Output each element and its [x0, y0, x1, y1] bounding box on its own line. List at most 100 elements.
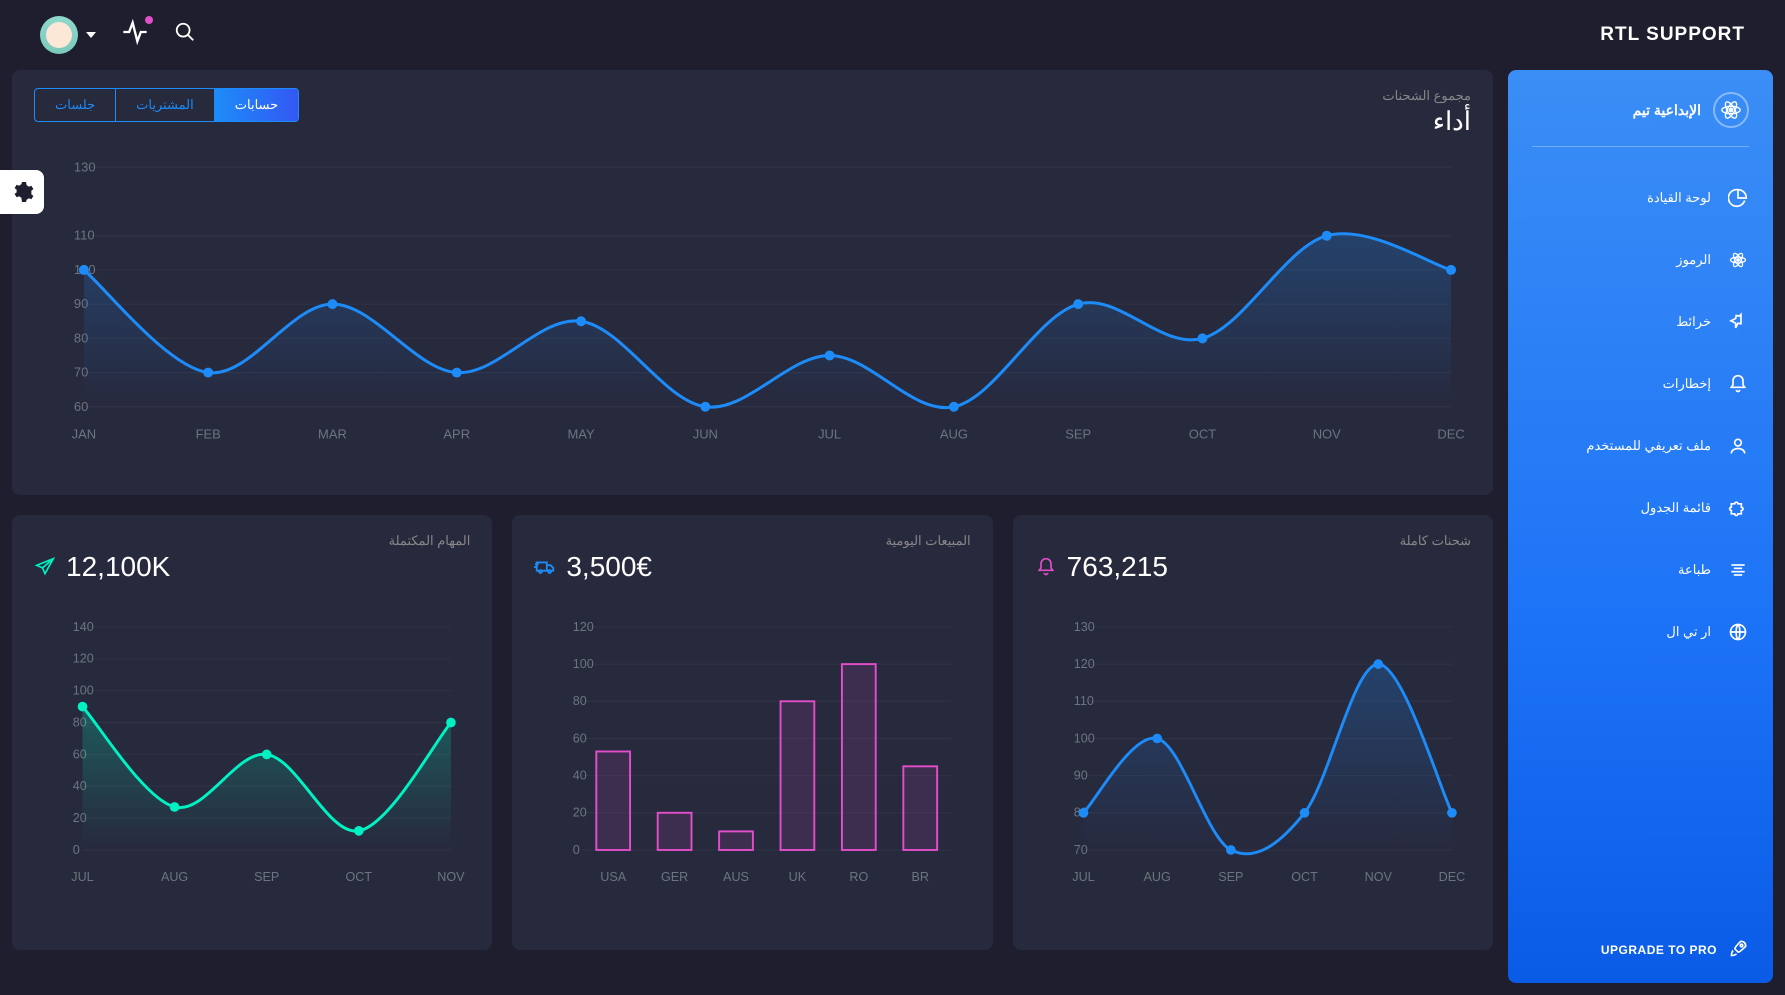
svg-text:AUG: AUG	[161, 870, 188, 884]
sidebar-item-label: لوحة القيادة	[1647, 190, 1711, 206]
performance-chart: 60708090100110130JANFEBMARAPRMAYJUNJULAU…	[34, 157, 1471, 447]
svg-text:BR: BR	[912, 870, 930, 884]
sidebar-item-label: خرائط	[1676, 314, 1711, 330]
sidebar-item-icons[interactable]: الرموز	[1532, 249, 1749, 271]
sidebar-item-label: طباعة	[1678, 562, 1711, 578]
search-icon[interactable]	[174, 21, 196, 49]
bell-icon	[1727, 373, 1749, 395]
svg-text:100: 100	[73, 684, 94, 698]
sales-subtitle: المبيعات اليومية	[534, 533, 970, 549]
sidebar-item-label: قائمة الجدول	[1641, 500, 1711, 516]
svg-text:0: 0	[573, 843, 580, 857]
svg-text:80: 80	[573, 694, 587, 708]
sidebar-item-dashboard[interactable]: لوحة القيادة	[1532, 187, 1749, 209]
svg-text:100: 100	[1073, 731, 1094, 745]
sidebar-item-tables[interactable]: قائمة الجدول	[1532, 497, 1749, 519]
svg-text:UK: UK	[789, 870, 807, 884]
svg-text:USA: USA	[601, 870, 627, 884]
sidebar-item-label: الرموز	[1676, 252, 1711, 268]
align-icon	[1727, 559, 1749, 581]
svg-text:APR: APR	[443, 427, 470, 442]
rocket-icon	[1729, 938, 1749, 961]
send-icon	[34, 556, 56, 578]
perf-subtitle: مجموع الشحنات	[1382, 88, 1471, 104]
svg-text:120: 120	[73, 652, 94, 666]
svg-text:SEP: SEP	[1065, 427, 1091, 442]
settings-fab[interactable]	[0, 170, 44, 214]
upgrade-link[interactable]: UPGRADE TO PRO	[1532, 938, 1749, 961]
performance-card: مجموع الشحنات أداء جلسات المشتريات حسابا…	[12, 70, 1493, 495]
svg-text:NOV: NOV	[1313, 427, 1341, 442]
sales-card: المبيعات اليومية 3,500€ 020406080100120U…	[512, 515, 992, 950]
tab-sessions[interactable]: جلسات	[35, 89, 115, 121]
svg-text:40: 40	[573, 769, 587, 783]
svg-text:90: 90	[1073, 769, 1087, 783]
sidebar-item-label: إخطارات	[1663, 376, 1711, 392]
svg-text:JAN: JAN	[72, 427, 97, 442]
svg-text:130: 130	[1073, 620, 1094, 634]
svg-text:110: 110	[1073, 694, 1093, 708]
svg-text:110: 110	[74, 228, 95, 243]
sales-chart: 020406080100120USAGERAUSUKROBR	[534, 613, 970, 893]
svg-text:AUG: AUG	[1143, 870, 1170, 884]
notification-dot	[145, 16, 153, 24]
sidebar: الإبداعية تيم لوحة القيادة الرموز خرائط …	[1508, 70, 1773, 983]
chart-tabs: جلسات المشتريات حسابات	[34, 88, 299, 122]
sales-value: 3,500€	[566, 551, 652, 583]
svg-text:DEC: DEC	[1437, 427, 1464, 442]
pin-icon	[1727, 311, 1749, 333]
svg-text:0: 0	[73, 843, 80, 857]
svg-text:DEC: DEC	[1438, 870, 1465, 884]
upgrade-label: UPGRADE TO PRO	[1601, 943, 1717, 957]
svg-text:OCT: OCT	[1291, 870, 1318, 884]
delivery-icon	[534, 556, 556, 578]
shipments-card: شحنات كاملة 763,215 708090100110120130JU…	[1013, 515, 1493, 950]
svg-text:OCT: OCT	[346, 870, 373, 884]
sidebar-item-rtl[interactable]: ار تي ال	[1532, 621, 1749, 643]
svg-text:JUN: JUN	[693, 427, 718, 442]
pie-chart-icon	[1727, 187, 1749, 209]
svg-text:MAR: MAR	[318, 427, 347, 442]
puzzle-icon	[1727, 497, 1749, 519]
brand[interactable]: الإبداعية تيم	[1532, 92, 1749, 147]
globe-icon	[1727, 621, 1749, 643]
tasks-card: المهام المكتملة 12,100K 0204060801001201…	[12, 515, 492, 950]
avatar	[40, 16, 78, 54]
svg-text:FEB: FEB	[196, 427, 221, 442]
perf-title: أداء	[1382, 106, 1471, 137]
sidebar-item-typography[interactable]: طباعة	[1532, 559, 1749, 581]
svg-text:MAY: MAY	[567, 427, 594, 442]
svg-text:SEP: SEP	[254, 870, 279, 884]
main-content: مجموع الشحنات أداء جلسات المشتريات حسابا…	[12, 70, 1493, 983]
tab-purchases[interactable]: المشتريات	[115, 89, 214, 121]
page-title: RTL SUPPORT	[1600, 24, 1745, 46]
svg-text:GER: GER	[661, 870, 688, 884]
tasks-subtitle: المهام المكتملة	[34, 533, 470, 549]
avatar-menu[interactable]	[40, 16, 96, 54]
sidebar-item-notifications[interactable]: إخطارات	[1532, 373, 1749, 395]
svg-text:RO: RO	[850, 870, 869, 884]
sidebar-item-maps[interactable]: خرائط	[1532, 311, 1749, 333]
sidebar-item-label: ملف تعريفي للمستخدم	[1586, 438, 1711, 454]
shipments-chart: 708090100110120130JULAUGSEPOCTNOVDEC	[1035, 613, 1471, 893]
bell-small-icon	[1035, 556, 1057, 578]
svg-text:20: 20	[573, 806, 587, 820]
chevron-down-icon	[86, 32, 96, 38]
user-icon	[1727, 435, 1749, 457]
shipments-value: 763,215	[1067, 551, 1168, 583]
sidebar-item-profile[interactable]: ملف تعريفي للمستخدم	[1532, 435, 1749, 457]
svg-text:130: 130	[74, 159, 96, 174]
tab-accounts[interactable]: حسابات	[214, 89, 298, 121]
svg-text:120: 120	[573, 620, 594, 634]
svg-text:JUL: JUL	[818, 427, 841, 442]
topbar: RTL SUPPORT	[0, 0, 1785, 70]
brand-logo	[1713, 92, 1749, 128]
sidebar-item-label: ار تي ال	[1666, 624, 1711, 640]
svg-text:NOV: NOV	[1364, 870, 1392, 884]
activity-icon[interactable]	[121, 18, 149, 52]
atom-icon	[1727, 249, 1749, 271]
svg-text:JUL: JUL	[1072, 870, 1094, 884]
tasks-chart: 020406080100120140JULAUGSEPOCTNOV	[34, 613, 470, 893]
svg-text:AUG: AUG	[940, 427, 968, 442]
svg-text:NOV: NOV	[437, 870, 465, 884]
